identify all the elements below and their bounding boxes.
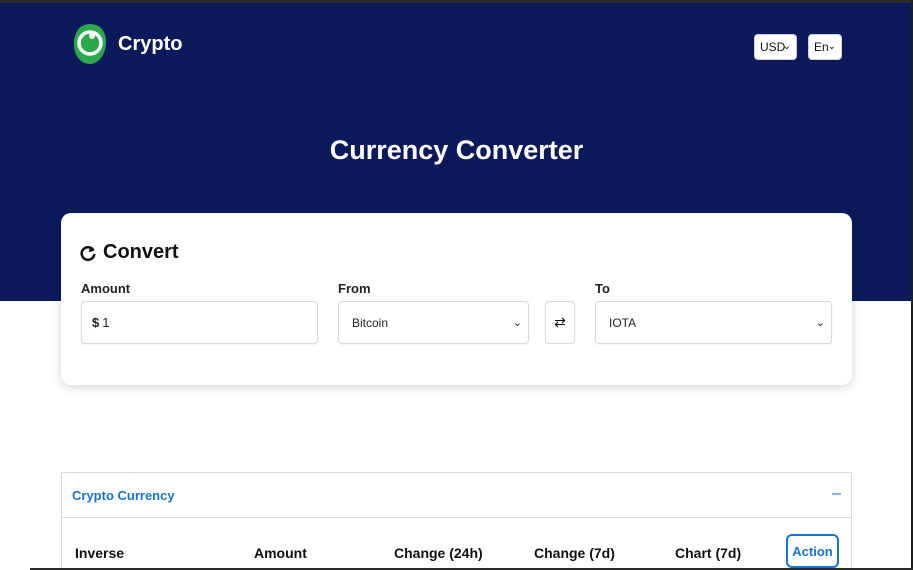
language-select[interactable]: En ⌄	[808, 34, 842, 60]
column-header-inverse: Inverse	[75, 545, 125, 561]
currency-select-value: USD	[760, 40, 786, 54]
currency-select[interactable]: USD ⌄	[754, 34, 797, 60]
action-button[interactable]: Action	[786, 534, 839, 568]
panel-title: Crypto Currency	[72, 487, 175, 503]
amount-value: 1	[102, 315, 110, 330]
to-currency-select[interactable]: IOTA ⌄	[595, 301, 832, 344]
refresh-icon	[80, 245, 96, 261]
chevron-down-icon: ⌄	[827, 41, 836, 52]
collapse-icon[interactable]: –	[832, 485, 841, 503]
crypto-currency-panel: Crypto Currency – Inverse Amount Change …	[61, 472, 852, 570]
column-header-change-24h: Change (24h)	[394, 545, 483, 561]
panel-header[interactable]: Crypto Currency –	[62, 473, 851, 518]
to-label: To	[595, 281, 610, 296]
column-header-amount: Amount	[254, 545, 307, 561]
converter-title: Convert	[79, 241, 179, 264]
dollar-symbol: $	[92, 315, 100, 330]
swap-button[interactable]: ⇄	[545, 301, 575, 344]
to-currency-value: IOTA	[609, 315, 637, 330]
column-header-change-7d: Change (7d)	[534, 545, 615, 561]
chevron-down-icon: ⌄	[782, 41, 791, 52]
from-currency-value: Bitcoin	[352, 315, 389, 330]
amount-label: Amount	[81, 281, 131, 296]
from-label: From	[338, 281, 371, 296]
crypto-logo-icon[interactable]	[72, 22, 108, 66]
converter-title-label: Convert	[103, 241, 179, 263]
language-select-value: En	[814, 40, 829, 54]
brand-name[interactable]: Crypto	[118, 33, 182, 56]
column-header-chart-7d: Chart (7d)	[675, 545, 742, 561]
swap-icon: ⇄	[554, 314, 566, 330]
chevron-down-icon: ⌄	[815, 317, 825, 329]
chevron-down-icon: ⌄	[512, 317, 522, 329]
page-title: Currency Converter	[329, 135, 584, 165]
converter-card: Convert Amount From To $ 1 Bitcoin ⌄ ⇄ I…	[61, 213, 852, 385]
from-currency-select[interactable]: Bitcoin ⌄	[338, 301, 529, 344]
amount-input[interactable]: $ 1	[81, 301, 318, 344]
